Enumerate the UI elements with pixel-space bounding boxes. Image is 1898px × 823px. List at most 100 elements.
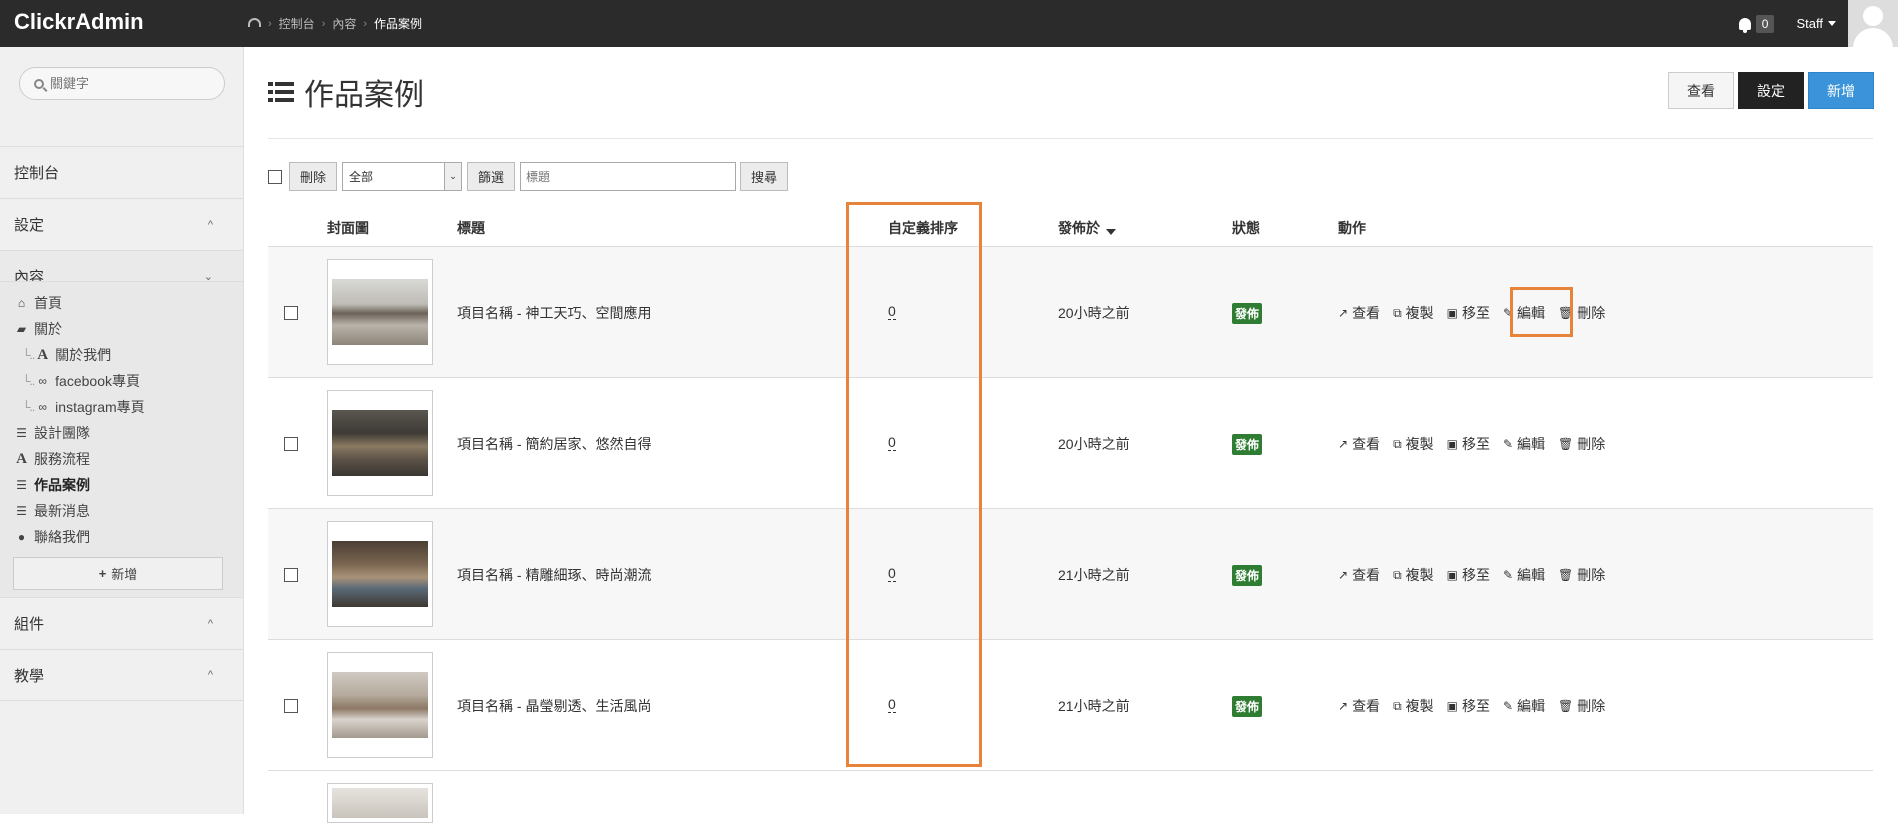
row-copy-action[interactable]: ⧉ 複製 <box>1393 434 1434 454</box>
row-copy-action[interactable]: ⧉ 複製 <box>1393 696 1434 716</box>
sidebar-search-input[interactable] <box>50 76 210 91</box>
action-label: 編輯 <box>1517 436 1546 452</box>
new-button[interactable]: 新增 <box>1808 72 1874 109</box>
sidebar-search <box>19 67 225 100</box>
bulk-delete-button[interactable]: 刪除 <box>289 162 338 191</box>
action-label: 複製 <box>1405 567 1434 583</box>
cover-thumbnail[interactable] <box>327 390 433 496</box>
breadcrumb-item-dashboard[interactable]: 控制台 <box>279 15 315 32</box>
header-cover: 封面圖 <box>327 220 369 236</box>
row-delete-action[interactable]: 🗑 刪除 <box>1558 696 1605 716</box>
map-marker-icon: ● <box>17 530 26 544</box>
cover-thumbnail[interactable] <box>327 521 433 627</box>
row-checkbox[interactable] <box>284 306 298 320</box>
sidebar-link-instagram[interactable]: └.. ∞ instagram專頁 <box>22 396 145 418</box>
brand-logo[interactable]: ClickrAdmin <box>14 9 144 35</box>
sidebar-link-news[interactable]: ☰ 最新消息 <box>15 500 90 522</box>
table-row-partial <box>268 771 1873 823</box>
sidebar-link-home[interactable]: ⌂ 首頁 <box>15 292 62 314</box>
sidebar-item-settings[interactable]: 設定 ^ <box>0 198 243 250</box>
sidebar-link-design-team[interactable]: ☰ 設計團隊 <box>15 422 90 444</box>
table-row: 項目名稱 - 精雕細琢、時尚潮流 0 21小時之前 發佈 ↗ 查看 ⧉ 複製 ▣ 移至… <box>268 509 1873 640</box>
row-title[interactable]: 項目名稱 - 精雕細琢、時尚潮流 <box>457 565 651 585</box>
action-label: 編輯 <box>1517 567 1546 583</box>
user-menu-button[interactable]: Staff <box>1796 16 1836 31</box>
row-title[interactable]: 項目名稱 - 神工天巧、空間應用 <box>457 303 651 323</box>
row-move-action[interactable]: ▣ 移至 <box>1447 434 1490 454</box>
link-label: 關於我們 <box>55 347 112 363</box>
user-name: Staff <box>1796 16 1823 31</box>
row-checkbox[interactable] <box>284 568 298 582</box>
keyword-input[interactable] <box>520 162 737 191</box>
breadcrumb-item-content[interactable]: 內容 <box>332 15 356 32</box>
sidebar-link-portfolio[interactable]: ☰ 作品案例 <box>15 474 90 496</box>
edit-icon: ✎ <box>1502 437 1514 451</box>
search-button[interactable]: 搜尋 <box>740 162 789 191</box>
table-row: 項目名稱 - 晶瑩剔透、生活風尚 0 21小時之前 發佈 ↗ 查看 ⧉ 複製 ▣ 移至… <box>268 640 1873 771</box>
row-title[interactable]: 項目名稱 - 晶瑩剔透、生活風尚 <box>457 696 651 716</box>
home-icon: ⌂ <box>17 296 26 310</box>
row-copy-action[interactable]: ⧉ 複製 <box>1393 303 1434 323</box>
cover-thumbnail[interactable] <box>327 259 433 365</box>
row-view-action[interactable]: ↗ 查看 <box>1338 696 1380 716</box>
action-label: 移至 <box>1461 567 1490 583</box>
row-edit-action[interactable]: ✎ 編輯 <box>1503 434 1545 454</box>
row-checkbox[interactable] <box>284 699 298 713</box>
cover-thumbnail[interactable] <box>327 783 433 823</box>
row-delete-action[interactable]: 🗑 刪除 <box>1558 434 1605 454</box>
row-view-action[interactable]: ↗ 查看 <box>1338 565 1380 585</box>
action-label: 編輯 <box>1517 698 1546 714</box>
action-label: 刪除 <box>1577 436 1606 452</box>
row-time: 21小時之前 <box>1058 698 1130 714</box>
row-move-action[interactable]: ▣ 移至 <box>1447 565 1490 585</box>
sort-desc-icon <box>1106 229 1116 235</box>
row-move-action[interactable]: ▣ 移至 <box>1447 696 1490 716</box>
row-view-action[interactable]: ↗ 查看 <box>1338 303 1380 323</box>
highlight-order-column <box>846 202 982 767</box>
settings-button[interactable]: 設定 <box>1738 72 1804 109</box>
select-all-checkbox[interactable] <box>268 169 282 184</box>
status-badge: 發佈 <box>1232 434 1263 455</box>
sidebar-add-button[interactable]: + 新增 <box>13 557 223 590</box>
action-label: 查看 <box>1352 567 1381 583</box>
link-label: 聯絡我們 <box>34 529 90 545</box>
chevron-up-icon: ^ <box>207 218 213 231</box>
link-label: instagram專頁 <box>55 399 145 415</box>
plus-icon: + <box>98 566 107 581</box>
header-published-sort[interactable]: 發佈於 <box>1058 218 1116 238</box>
trash-icon: 🗑 <box>1558 568 1574 582</box>
row-checkbox[interactable] <box>284 437 298 451</box>
sidebar-link-service-flow[interactable]: A 服務流程 <box>15 448 90 470</box>
external-link-icon: ↗ <box>1338 306 1349 320</box>
sidebar-item-tutorial[interactable]: 教學 ^ <box>0 649 243 701</box>
row-title[interactable]: 項目名稱 - 簡約居家、悠然自得 <box>457 434 651 454</box>
view-button[interactable]: 查看 <box>1668 72 1734 109</box>
filter-select[interactable]: 全部 ⌄ <box>342 162 463 191</box>
action-label: 移至 <box>1461 698 1490 714</box>
row-edit-action[interactable]: ✎ 編輯 <box>1503 696 1545 716</box>
edit-icon: ✎ <box>1502 699 1514 713</box>
add-label: 新增 <box>111 567 138 582</box>
avatar[interactable] <box>1848 0 1898 47</box>
sidebar-item-dashboard[interactable]: 控制台 <box>0 146 243 198</box>
row-copy-action[interactable]: ⧉ 複製 <box>1393 565 1434 585</box>
cover-thumbnail[interactable] <box>327 652 433 758</box>
dashboard-icon[interactable] <box>248 18 261 27</box>
sidebar-link-about[interactable]: ▰ 關於 <box>15 318 62 340</box>
action-label: 刪除 <box>1577 305 1606 321</box>
header-published: 發佈於 <box>1058 220 1100 236</box>
sidebar-item-components[interactable]: 組件 ^ <box>0 597 243 649</box>
sidebar-item-label: 控制台 <box>14 165 60 182</box>
sidebar-link-about-us[interactable]: └.. A 關於我們 <box>22 344 111 366</box>
sidebar-link-facebook[interactable]: └.. ∞ facebook專頁 <box>22 370 140 392</box>
row-edit-action[interactable]: ✎ 編輯 <box>1503 565 1545 585</box>
trash-icon: 🗑 <box>1558 699 1574 713</box>
notifications-button[interactable]: 0 <box>1738 14 1775 33</box>
action-label: 查看 <box>1352 698 1381 714</box>
filter-button[interactable]: 篩選 <box>467 162 516 191</box>
row-delete-action[interactable]: 🗑 刪除 <box>1558 565 1605 585</box>
row-move-action[interactable]: ▣ 移至 <box>1447 303 1490 323</box>
row-view-action[interactable]: ↗ 查看 <box>1338 434 1380 454</box>
action-label: 查看 <box>1352 305 1381 321</box>
sidebar-link-contact[interactable]: ● 聯絡我們 <box>15 526 90 548</box>
